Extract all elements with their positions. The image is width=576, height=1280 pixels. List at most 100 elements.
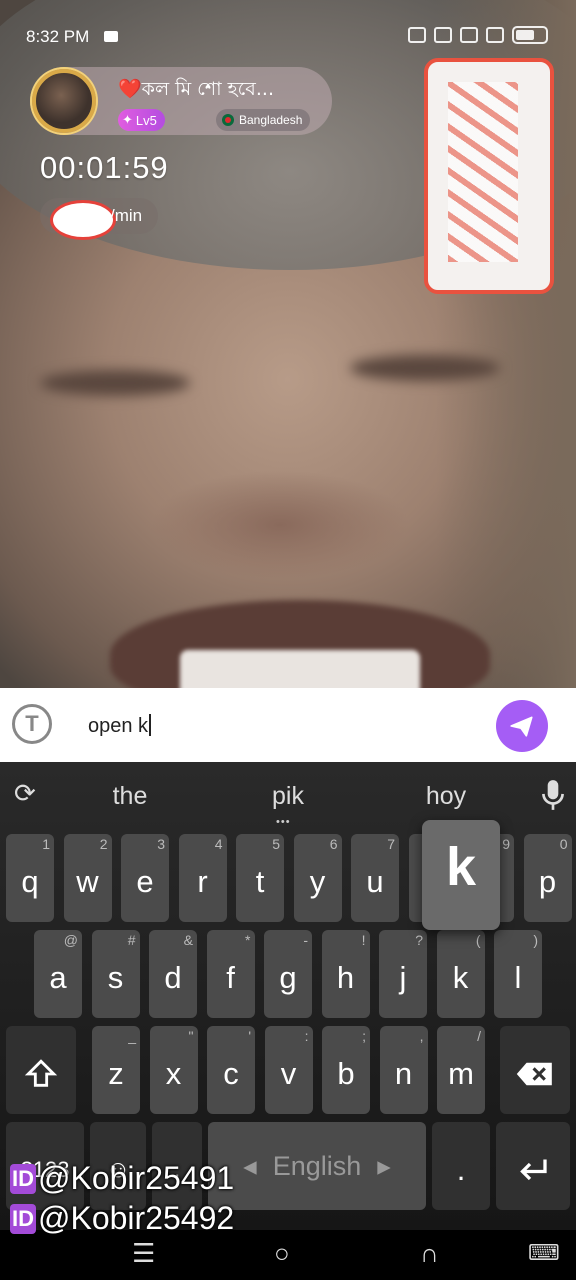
id-badge: ID: [10, 1163, 36, 1194]
video-left-eye: [40, 370, 190, 396]
key-m-label: m: [448, 1056, 474, 1091]
key-n-alt: ,: [419, 1028, 424, 1044]
caller-avatar[interactable]: [32, 69, 96, 133]
key-e[interactable]: 3e: [121, 834, 169, 922]
key-f[interactable]: * f: [206, 930, 255, 1018]
key-j-alt: ?: [415, 932, 423, 948]
level-label: Lv5: [135, 112, 157, 128]
key-u[interactable]: 7u: [351, 834, 399, 922]
mic-icon[interactable]: [540, 778, 566, 812]
key-p[interactable]: 0p: [523, 834, 572, 922]
status-time: 8:32 PM: [26, 27, 90, 46]
suggestion-1[interactable]: the: [70, 782, 190, 811]
key-g-label: g: [279, 960, 297, 995]
message-input[interactable]: open k: [88, 714, 152, 738]
message-input-text: open k: [88, 715, 149, 737]
translate-icon[interactable]: T: [12, 704, 52, 744]
key-o-alt: 9: [502, 836, 510, 852]
watermark-2-text: @Kobir25492: [38, 1200, 235, 1236]
key-h-alt: !: [361, 932, 366, 948]
key-j-label: j: [399, 960, 407, 995]
key-m[interactable]: / m: [437, 1026, 485, 1114]
paper-plane-icon: [510, 716, 533, 737]
key-y-label: y: [309, 864, 326, 899]
status-icons: [408, 26, 548, 44]
key-j[interactable]: ? j: [379, 930, 427, 1018]
space-left-arrow-icon: ◂: [243, 1150, 257, 1181]
message-input-bar: T open k: [0, 688, 576, 762]
key-y-alt: 6: [329, 836, 338, 852]
back-icon[interactable]: ∩: [420, 1238, 439, 1269]
caller-name: ❤️কল মি শো হবে...: [118, 78, 274, 100]
level-badge: ✦ Lv5: [118, 109, 165, 131]
key-v-label: v: [280, 1056, 297, 1091]
key-b-label: b: [337, 1056, 355, 1091]
country-label: Bangladesh: [239, 113, 303, 127]
status-bar: 8:32 PM: [0, 22, 576, 52]
key-g[interactable]: -g: [264, 930, 312, 1018]
record-icon: [104, 31, 118, 42]
suggestion-2[interactable]: pik: [228, 782, 348, 811]
key-s[interactable]: # s: [91, 930, 140, 1018]
key-x-alt: ": [188, 1028, 194, 1044]
key-b[interactable]: ; b: [322, 1026, 370, 1114]
key-x[interactable]: " x: [149, 1026, 198, 1114]
period-key[interactable]: .: [432, 1122, 490, 1210]
key-v[interactable]: :v: [264, 1026, 313, 1114]
clipboard-sync-icon[interactable]: ⟳: [14, 778, 36, 809]
space-key[interactable]: ◂ English ▸: [208, 1122, 426, 1210]
country-badge: Bangladesh: [216, 109, 311, 131]
more-suggestions-icon[interactable]: •••: [276, 816, 291, 828]
space-label: English: [272, 1150, 362, 1181]
key-r-label: r: [197, 864, 208, 899]
key-z-label: z: [108, 1056, 124, 1091]
network-icon: [486, 27, 504, 43]
key-y[interactable]: 6y: [293, 834, 342, 922]
rate-unit: /min: [110, 206, 143, 225]
enter-icon: [520, 1159, 547, 1181]
key-l[interactable]: ) l: [494, 930, 542, 1018]
key-h[interactable]: ! h: [321, 930, 370, 1018]
home-icon[interactable]: ○: [274, 1238, 290, 1269]
shift-key[interactable]: [6, 1026, 76, 1114]
watermark-1: ID @Kobir25491: [10, 1160, 234, 1197]
text-caret: [149, 714, 152, 736]
key-k-alt: (: [475, 932, 481, 948]
keyboard-hide-icon[interactable]: ⌨: [528, 1240, 560, 1266]
key-c[interactable]: ' c: [207, 1026, 255, 1114]
key-t[interactable]: 5t: [236, 834, 284, 922]
key-d-label: d: [164, 960, 182, 995]
key-n[interactable]: ,n: [379, 1026, 428, 1114]
send-button[interactable]: [496, 700, 548, 752]
video-nose: [150, 470, 410, 580]
key-a-label: a: [49, 960, 67, 995]
key-z[interactable]: _ z: [92, 1026, 140, 1114]
caller-info-pill[interactable]: ❤️কল মি শো হবে... ✦ Lv5 Bangladesh: [30, 67, 332, 135]
call-rate: /min: [40, 198, 158, 240]
key-a[interactable]: @ a: [34, 930, 82, 1018]
key-q[interactable]: 1q: [6, 834, 54, 922]
key-w[interactable]: 2w: [63, 834, 112, 922]
key-h-label: h: [336, 960, 355, 995]
key-w-label: w: [76, 864, 99, 899]
shift-icon: [24, 1059, 58, 1087]
watermark-2: ID @Kobir25492: [10, 1200, 234, 1237]
key-d[interactable]: & d: [149, 930, 197, 1018]
backspace-key[interactable]: [500, 1026, 570, 1114]
watermark-1-text: @Kobir25491: [38, 1160, 235, 1196]
suggestion-3[interactable]: hoy: [386, 782, 506, 811]
self-video-preview[interactable]: [424, 58, 554, 294]
video-right-eye: [350, 355, 500, 381]
key-r[interactable]: 4r: [178, 834, 227, 922]
key-m-alt: /: [477, 1028, 481, 1044]
video-teeth: [180, 650, 420, 690]
key-k[interactable]: (k: [436, 930, 485, 1018]
battery-icon: [512, 26, 548, 44]
key-u-label: u: [366, 864, 384, 899]
key-l-label: l: [514, 960, 522, 995]
enter-key[interactable]: [496, 1122, 570, 1210]
sparkle-icon: ✦: [122, 112, 133, 127]
vibrate-icon: [408, 27, 426, 43]
bangladesh-flag-icon: [222, 114, 234, 126]
recent-apps-icon[interactable]: ☰: [132, 1238, 155, 1269]
